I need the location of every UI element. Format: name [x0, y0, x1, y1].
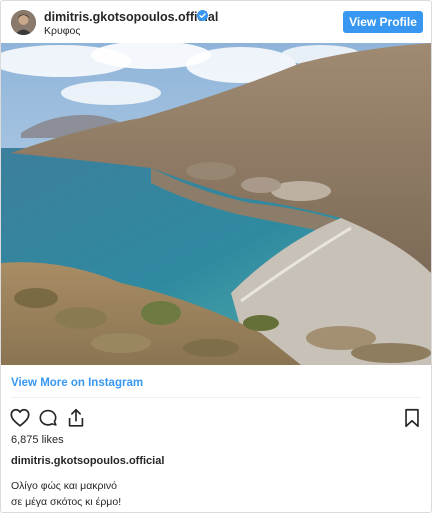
heart-icon[interactable]	[9, 407, 31, 429]
comment-icon[interactable]	[37, 407, 59, 429]
caption-line: Ολίγο φώς και μακρινό	[11, 480, 117, 492]
caption-username[interactable]: dimitris.gkotsopoulos.official	[11, 455, 164, 467]
avatar[interactable]	[11, 10, 36, 35]
instagram-embed-card: dimitris.gkotsopoulos.official Κρυφος Vi…	[0, 0, 432, 513]
view-more-link[interactable]: View More on Instagram	[11, 377, 143, 389]
share-icon[interactable]	[65, 407, 87, 429]
likes-count[interactable]: 6,875 likes	[11, 434, 64, 446]
username[interactable]: dimitris.gkotsopoulos.official	[44, 10, 218, 24]
post-photo[interactable]	[1, 43, 431, 365]
beach-cove-image	[1, 43, 431, 365]
action-bar	[1, 405, 431, 431]
view-profile-button[interactable]: View Profile	[343, 11, 423, 33]
caption-line: σε μέγα σκότος κι έρμο!	[11, 496, 122, 508]
bookmark-icon[interactable]	[401, 407, 423, 429]
post-header: dimitris.gkotsopoulos.official Κρυφος Vi…	[1, 1, 431, 43]
avatar-image	[11, 10, 36, 35]
divider	[11, 397, 421, 398]
verified-badge-icon	[197, 10, 208, 21]
location-label[interactable]: Κρυφος	[44, 25, 80, 37]
